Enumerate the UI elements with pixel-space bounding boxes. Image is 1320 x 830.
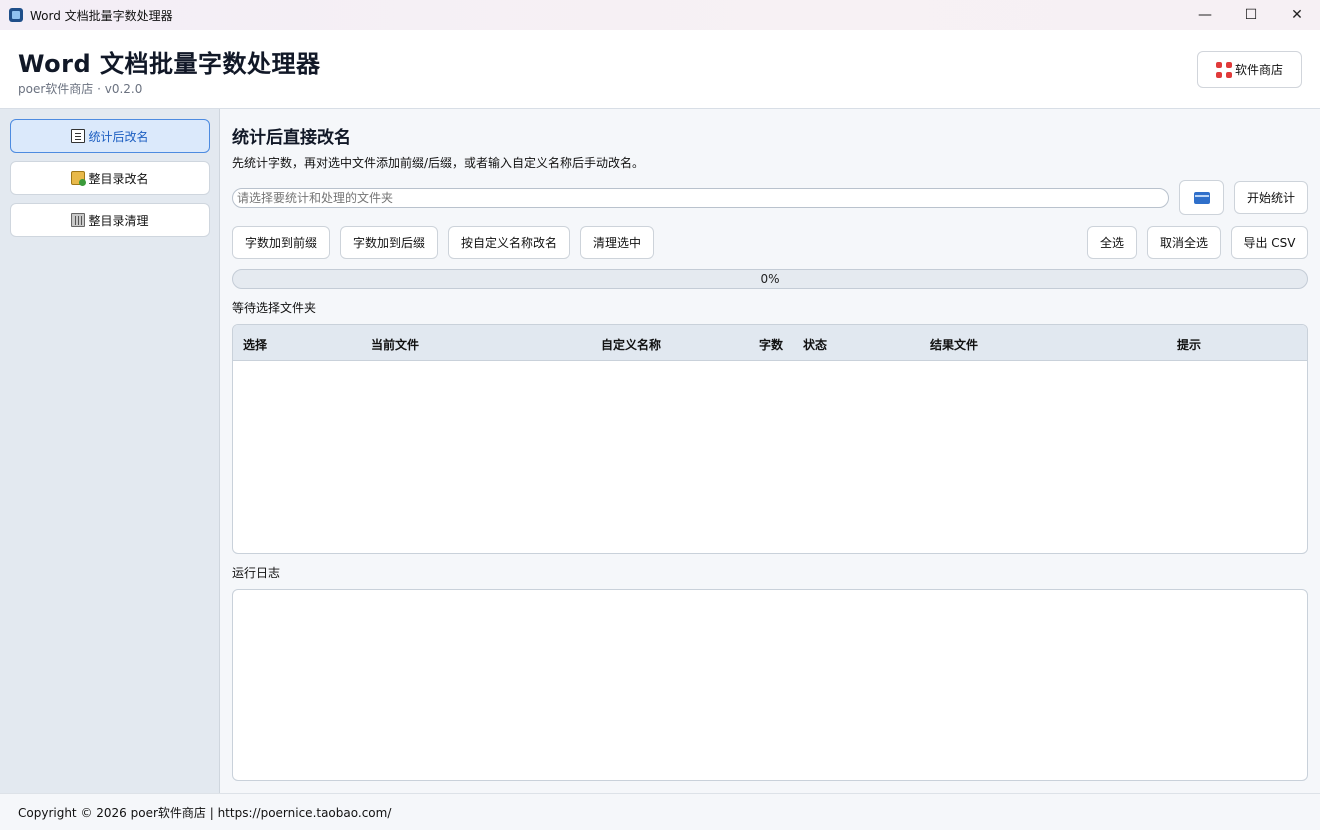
page-title: 统计后直接改名 [232, 128, 351, 148]
export-csv-button[interactable]: 导出 CSV [1231, 226, 1308, 259]
footer-copyright: Copyright © 2026 poer软件商店 | https://poer… [18, 806, 392, 820]
folder-browse-icon [1193, 191, 1210, 204]
sidebar-item-label: 统计后改名 [88, 129, 149, 144]
progress-bar: 0% [232, 269, 1308, 289]
sidebar-item-label: 整目录改名 [88, 171, 149, 186]
clean-selected-button[interactable]: 清理选中 [580, 226, 654, 259]
file-table: 选择 当前文件 自定义名称 字数 状态 结果文件 提示 [232, 324, 1308, 554]
app-title: Word 文档批量字数处理器 [18, 50, 321, 78]
browse-folder-button[interactable] [1179, 180, 1224, 215]
table-header: 选择 当前文件 自定义名称 字数 状态 结果文件 提示 [233, 325, 1307, 361]
footer: Copyright © 2026 poer软件商店 | https://poer… [0, 793, 1320, 830]
page-description: 先统计字数，再对选中文件添加前缀/后缀，或者输入自定义名称后手动改名。 [232, 156, 645, 170]
progress-label: 0% [760, 272, 780, 286]
column-header-result-file[interactable]: 结果文件 [930, 336, 978, 353]
window-title-bar: Word 文档批量字数处理器 — ☐ ✕ [0, 0, 1320, 30]
app-subtitle: poer软件商店 · v0.2.0 [18, 82, 143, 96]
document-icon [71, 129, 86, 143]
column-header-select[interactable]: 选择 [243, 336, 267, 353]
store-icon [1215, 61, 1232, 78]
column-header-word-count[interactable]: 字数 [759, 336, 783, 353]
log-label: 运行日志 [232, 566, 281, 580]
maximize-icon[interactable]: ☐ [1228, 0, 1274, 30]
folder-icon [71, 171, 87, 186]
sidebar-item-count-rename[interactable]: 统计后改名 [10, 119, 210, 153]
trash-icon [71, 213, 86, 227]
select-all-button[interactable]: 全选 [1087, 226, 1137, 259]
column-header-hint[interactable]: 提示 [1177, 336, 1201, 353]
software-store-button[interactable]: 软件商店 [1197, 51, 1302, 88]
deselect-all-button[interactable]: 取消全选 [1147, 226, 1221, 259]
column-header-custom-name[interactable]: 自定义名称 [601, 336, 661, 353]
sidebar-item-folder-clean[interactable]: 整目录清理 [10, 203, 210, 237]
app-icon [9, 8, 23, 22]
sidebar-item-folder-rename[interactable]: 整目录改名 [10, 161, 210, 195]
main-panel: 统计后直接改名 先统计字数，再对选中文件添加前缀/后缀，或者输入自定义名称后手动… [220, 109, 1320, 793]
folder-path-input[interactable] [232, 188, 1169, 208]
minimize-icon[interactable]: — [1182, 0, 1228, 30]
window-controls: — ☐ ✕ [1182, 0, 1320, 30]
window-title: Word 文档批量字数处理器 [30, 8, 173, 23]
column-header-status[interactable]: 状态 [803, 336, 827, 353]
sidebar: 统计后改名 整目录改名 整目录清理 [0, 109, 220, 793]
log-output[interactable] [232, 589, 1308, 781]
sidebar-item-label: 整目录清理 [88, 213, 149, 228]
column-header-current-file[interactable]: 当前文件 [371, 336, 419, 353]
status-text: 等待选择文件夹 [232, 301, 317, 315]
start-count-button[interactable]: 开始统计 [1234, 181, 1308, 214]
add-count-suffix-button[interactable]: 字数加到后缀 [340, 226, 438, 259]
add-count-prefix-button[interactable]: 字数加到前缀 [232, 226, 330, 259]
custom-rename-button[interactable]: 按自定义名称改名 [448, 226, 570, 259]
app-header: Word 文档批量字数处理器 poer软件商店 · v0.2.0 软件商店 [0, 30, 1320, 109]
close-icon[interactable]: ✕ [1274, 0, 1320, 30]
software-store-label: 软件商店 [1234, 63, 1283, 77]
